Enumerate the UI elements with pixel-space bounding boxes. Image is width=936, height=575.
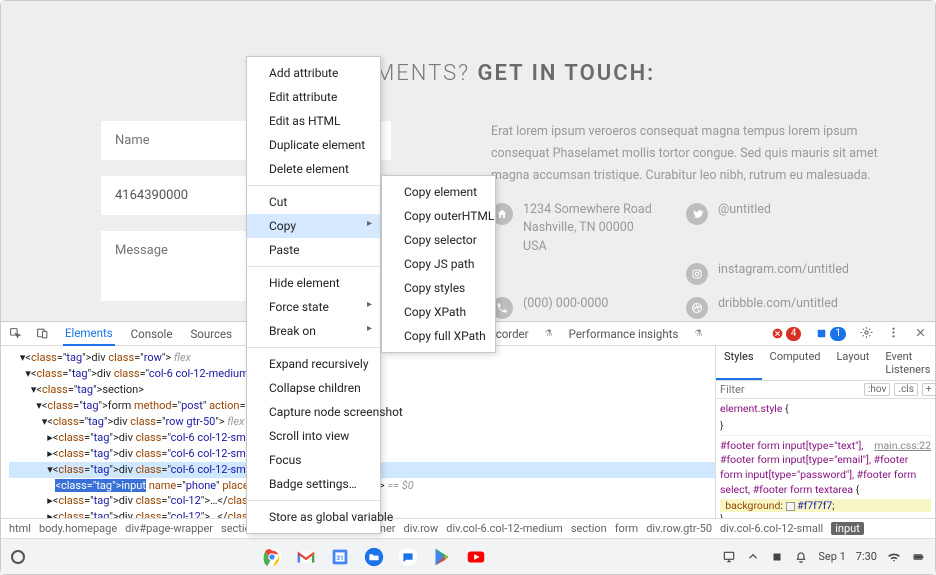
ctx-item[interactable]: Scroll into view	[247, 424, 380, 448]
files-icon[interactable]	[362, 545, 386, 569]
calendar-icon[interactable]: 31	[328, 545, 352, 569]
close-icon[interactable]	[914, 326, 927, 342]
ctx-item[interactable]: Break on	[247, 319, 380, 343]
devtools-tab[interactable]: Sources	[188, 323, 234, 345]
context-submenu-copy[interactable]: Copy elementCopy outerHTMLCopy selectorC…	[381, 175, 496, 353]
styles-tab[interactable]: Event Listeners	[877, 346, 935, 380]
devtools-panel: ElementsConsoleSourcesNetworktionSecurit…	[1, 321, 935, 538]
ctx-item[interactable]: Collapse children	[247, 376, 380, 400]
devtools-tab[interactable]: Performance insights	[567, 323, 681, 345]
svg-text:31: 31	[336, 553, 343, 561]
tray-date: Sep 1	[818, 550, 845, 563]
instagram-icon	[686, 263, 708, 285]
ctx-item[interactable]: Delete element	[247, 157, 380, 181]
device-icon[interactable]	[36, 327, 49, 340]
crumb[interactable]: body.homepage	[39, 522, 117, 535]
ctx-item[interactable]: Paste	[247, 238, 380, 262]
ctx-item[interactable]: Force state	[247, 295, 380, 319]
crumb[interactable]: input	[831, 522, 864, 535]
ctx-item[interactable]: Copy XPath	[382, 300, 495, 324]
tray-time: 7:30	[856, 550, 877, 563]
chrome-icon[interactable]	[260, 545, 284, 569]
add-rule-chip[interactable]: +	[922, 383, 935, 396]
ctx-item[interactable]: Focus	[247, 448, 380, 472]
crumb[interactable]: div.col-6.col-12-medium	[446, 522, 563, 535]
dribbble-icon	[686, 297, 708, 319]
taskbar: 31 Sep 1 7:30	[1, 538, 935, 574]
context-menu[interactable]: Add attributeEdit attributeEdit as HTMLD…	[246, 56, 381, 534]
info-badge[interactable]: 1	[815, 327, 846, 341]
crumb[interactable]: div.col-6.col-12-small	[720, 522, 823, 535]
ctx-item[interactable]: Hide element	[247, 271, 380, 295]
ctx-item[interactable]: Add attribute	[247, 61, 380, 85]
tray-chevron-icon[interactable]	[746, 550, 760, 564]
crumb[interactable]: section	[571, 522, 607, 535]
styles-tab[interactable]: Styles	[716, 346, 762, 380]
styles-tab[interactable]: Layout	[829, 346, 878, 380]
ctx-item[interactable]: Cut	[247, 190, 380, 214]
page-heading: OR COMMENTS? GET IN TOUCH:	[1, 61, 935, 86]
intro-text: Erat lorem ipsum veroeros consequat magn…	[491, 121, 881, 187]
ctx-item[interactable]: Copy styles	[382, 276, 495, 300]
crumb[interactable]: div.row.gtr-50	[646, 522, 712, 535]
ctx-item[interactable]: Copy element	[382, 180, 495, 204]
crumb[interactable]: div#page-wrapper	[125, 522, 213, 535]
ctx-item[interactable]: Copy selector	[382, 228, 495, 252]
devtools-tab[interactable]: Console	[129, 323, 175, 345]
breadcrumbs[interactable]: html body.homepage div#page-wrapper sect…	[1, 518, 935, 538]
ctx-item[interactable]: Store as global variable	[247, 505, 380, 529]
launcher-icon[interactable]	[11, 550, 25, 564]
inspect-icon[interactable]	[9, 327, 22, 340]
ctx-item[interactable]: Copy outerHTML	[382, 204, 495, 228]
ctx-item[interactable]: Expand recursively	[247, 352, 380, 376]
ctx-item[interactable]: Edit attribute	[247, 85, 380, 109]
cls-chip[interactable]: .cls	[894, 383, 917, 396]
hov-chip[interactable]: :hov	[864, 383, 890, 396]
devtools-tab[interactable]: Elements	[63, 322, 115, 346]
more-icon[interactable]	[887, 326, 900, 342]
ctx-item[interactable]: Copy	[247, 214, 380, 238]
youtube-icon[interactable]	[464, 545, 488, 569]
gmail-icon[interactable]	[294, 545, 318, 569]
crumb[interactable]: form	[615, 522, 638, 535]
ctx-item[interactable]: Edit as HTML	[247, 109, 380, 133]
messages-icon[interactable]	[396, 545, 420, 569]
styles-body[interactable]: element.style {}main.css:22#footer form …	[716, 399, 935, 518]
crumb[interactable]: html	[9, 522, 31, 535]
wifi-icon[interactable]	[887, 550, 901, 564]
ctx-item[interactable]: Copy full XPath	[382, 324, 495, 348]
styles-filter[interactable]	[720, 383, 860, 396]
tray-bell-icon[interactable]	[794, 550, 808, 564]
ctx-item[interactable]: Copy JS path	[382, 252, 495, 276]
tray-stop-icon[interactable]	[770, 550, 784, 564]
gear-icon[interactable]	[860, 326, 873, 342]
ctx-item[interactable]: Duplicate element	[247, 133, 380, 157]
tray-pin-icon[interactable]	[722, 550, 736, 564]
ctx-item[interactable]: Badge settings…	[247, 472, 380, 496]
play-icon[interactable]	[430, 545, 454, 569]
ctx-item[interactable]: Capture node screenshot	[247, 400, 380, 424]
battery-icon[interactable]	[911, 550, 925, 564]
styles-tab[interactable]: Computed	[762, 346, 829, 380]
error-badge[interactable]: 4	[771, 327, 802, 341]
crumb[interactable]: div.row	[404, 522, 439, 535]
twitter-icon	[686, 203, 708, 225]
